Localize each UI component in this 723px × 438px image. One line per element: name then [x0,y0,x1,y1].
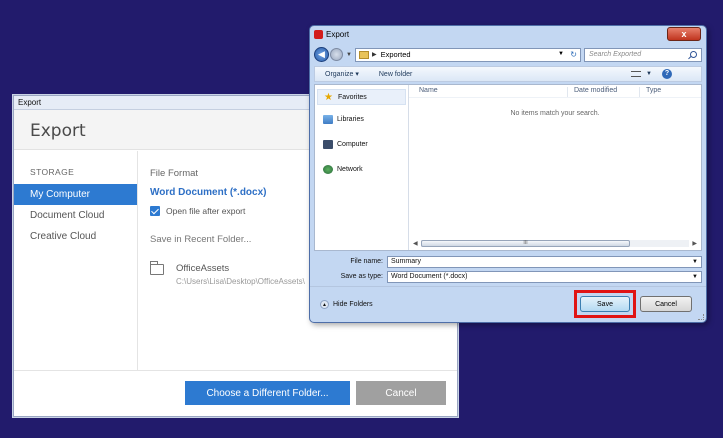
choose-different-folder-button[interactable]: Choose a Different Folder... [185,381,350,405]
refresh-icon[interactable]: ↻ [570,50,577,59]
nav-item-label: Libraries [337,115,364,123]
save-type-label: Save as type: [340,273,383,280]
hide-folders-toggle[interactable]: ▲ Hide Folders [320,300,373,309]
browser-area: ★ Favorites Libraries Computer Network N… [314,84,702,251]
file-list: Name Date modified Type No items match y… [409,85,701,250]
nav-item-computer[interactable]: Computer [315,130,408,155]
dialog-toolbar: Organize ▾ New folder ▼ ? [314,66,702,82]
libraries-icon [323,114,333,124]
folder-icon [358,50,369,59]
address-bar[interactable]: ▶ Exported ▼ ↻ [354,47,581,62]
network-icon [323,164,333,174]
new-folder-button[interactable]: New folder [379,71,412,78]
hide-folders-label: Hide Folders [333,301,373,308]
column-header-type[interactable]: Type [639,87,661,97]
empty-message: No items match your search. [510,110,600,117]
navigation-pane: ★ Favorites Libraries Computer Network [315,85,409,250]
save-type-row: Save as type: Word Document (*.docx) ▼ [314,270,702,283]
organize-menu[interactable]: Organize ▾ [325,70,359,78]
save-type-value: Word Document (*.docx) [391,272,468,280]
nav-item-label: Network [337,165,363,173]
acrobat-app-icon [314,30,323,39]
file-name-label: File name: [350,258,383,265]
column-header-date[interactable]: Date modified [567,87,639,97]
file-name-input[interactable]: Summary ▼ [387,255,702,268]
nav-item-network[interactable]: Network [315,155,408,180]
cancel-button[interactable]: Cancel [640,296,692,312]
storage-item-my-computer[interactable]: My Computer [14,184,137,205]
resize-grip[interactable] [698,314,704,320]
scroll-right-icon[interactable]: ▶ [689,240,697,247]
navigation-row: ◀ ▼ ▶ Exported ▼ ↻ Search Exported [314,46,702,63]
nav-item-label: Favorites [338,93,367,101]
back-arrow-icon[interactable]: ◀ [314,47,329,62]
export-footer: Choose a Different Folder... Cancel [14,370,457,416]
save-button[interactable]: Save [580,296,630,312]
scroll-track[interactable]: III [421,240,689,247]
folder-icon [150,261,164,275]
column-headers: Name Date modified Type [409,85,701,98]
star-icon: ★ [324,91,333,103]
storage-item-document-cloud[interactable]: Document Cloud [14,205,137,226]
storage-heading: STORAGE [30,167,75,177]
save-dialog-title: Export [326,30,350,39]
nav-item-favorites[interactable]: ★ Favorites [317,89,406,105]
scroll-thumb[interactable]: III [421,240,631,247]
dialog-bottom-bar: ▲ Hide Folders Save Cancel [310,286,706,322]
chevron-down-icon[interactable]: ▼ [692,274,698,280]
recent-folder-name: OfficeAssets [176,263,230,274]
storage-item-creative-cloud[interactable]: Creative Cloud [14,226,137,247]
save-type-select[interactable]: Word Document (*.docx) ▼ [387,270,702,283]
view-dropdown-icon[interactable]: ▼ [646,71,652,77]
view-options-icon[interactable] [631,71,641,77]
save-dialog-titlebar: Export x [310,26,706,44]
nav-item-libraries[interactable]: Libraries [315,105,408,130]
forward-arrow-icon[interactable] [330,48,343,61]
search-icon[interactable] [690,50,697,58]
search-input[interactable]: Search Exported [584,47,702,62]
close-button[interactable]: x [667,27,701,41]
column-header-name[interactable]: Name [409,87,567,97]
file-name-row: File name: Summary ▼ [314,255,702,268]
open-after-export-checkbox[interactable] [150,206,160,216]
chevron-down-icon[interactable]: ▼ [692,259,698,265]
chevron-up-icon: ▲ [320,300,329,309]
address-dropdown-icon[interactable]: ▼ [558,51,564,57]
open-after-export-label: Open file after export [166,206,246,216]
export-cancel-button[interactable]: Cancel [356,381,446,405]
nav-item-label: Computer [337,140,368,148]
recent-folder-path: C:\Users\Lisa\Desktop\OfficeAssets\ [176,277,305,286]
storage-column: STORAGE My Computer Document Cloud Creat… [14,151,138,370]
scroll-left-icon[interactable]: ◀ [413,240,421,247]
breadcrumb-folder[interactable]: Exported [381,50,411,59]
file-name-value: Summary [391,257,421,265]
recent-locations-dropdown-icon[interactable]: ▼ [346,52,352,58]
breadcrumb-separator-icon[interactable]: ▶ [372,51,377,58]
computer-icon [323,139,333,149]
help-icon[interactable]: ? [662,69,672,79]
horizontal-scrollbar[interactable]: ◀ III ▶ [413,239,697,248]
search-placeholder: Search Exported [589,50,642,58]
save-dialog: Export x ◀ ▼ ▶ Exported ▼ ↻ Search Expor… [309,25,707,323]
